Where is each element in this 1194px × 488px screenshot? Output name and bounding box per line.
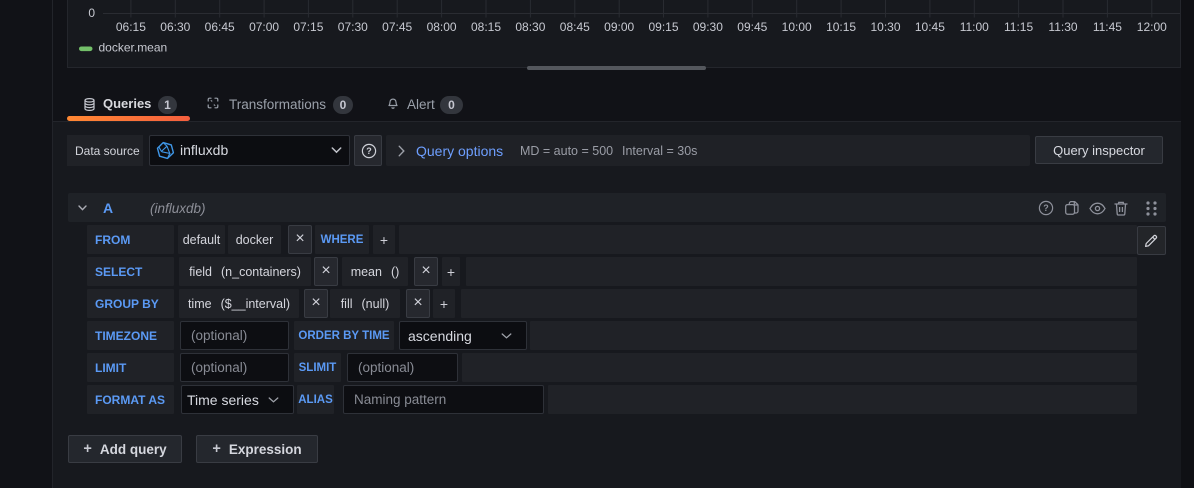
svg-text:09:30: 09:30 [693, 20, 723, 34]
svg-text:09:45: 09:45 [737, 20, 767, 34]
svg-text:07:15: 07:15 [293, 20, 323, 34]
svg-text:06:45: 06:45 [205, 20, 235, 34]
svg-text:11:00: 11:00 [960, 20, 989, 34]
svg-text:09:00: 09:00 [604, 20, 634, 34]
svg-text:docker.mean: docker.mean [99, 41, 168, 55]
svg-text:09:15: 09:15 [648, 20, 678, 34]
svg-text:0: 0 [88, 6, 95, 20]
svg-text:?: ? [1043, 203, 1049, 213]
svg-text:12:00: 12:00 [1137, 20, 1167, 34]
svg-text:06:15: 06:15 [116, 20, 146, 34]
svg-text:10:15: 10:15 [826, 20, 856, 34]
svg-text:10:45: 10:45 [915, 20, 945, 34]
svg-text:11:45: 11:45 [1093, 20, 1122, 34]
svg-text:08:00: 08:00 [427, 20, 457, 34]
svg-text:10:30: 10:30 [870, 20, 900, 34]
svg-text:07:30: 07:30 [338, 20, 368, 34]
svg-text:11:30: 11:30 [1048, 20, 1077, 34]
svg-text:08:45: 08:45 [560, 20, 590, 34]
svg-text:08:30: 08:30 [515, 20, 545, 34]
svg-text:07:45: 07:45 [382, 20, 412, 34]
svg-text:08:15: 08:15 [471, 20, 501, 34]
svg-text:06:30: 06:30 [160, 20, 190, 34]
svg-text:11:15: 11:15 [1004, 20, 1033, 34]
svg-text:?: ? [366, 146, 372, 156]
svg-text:07:00: 07:00 [249, 20, 279, 34]
svg-text:10:00: 10:00 [782, 20, 812, 34]
